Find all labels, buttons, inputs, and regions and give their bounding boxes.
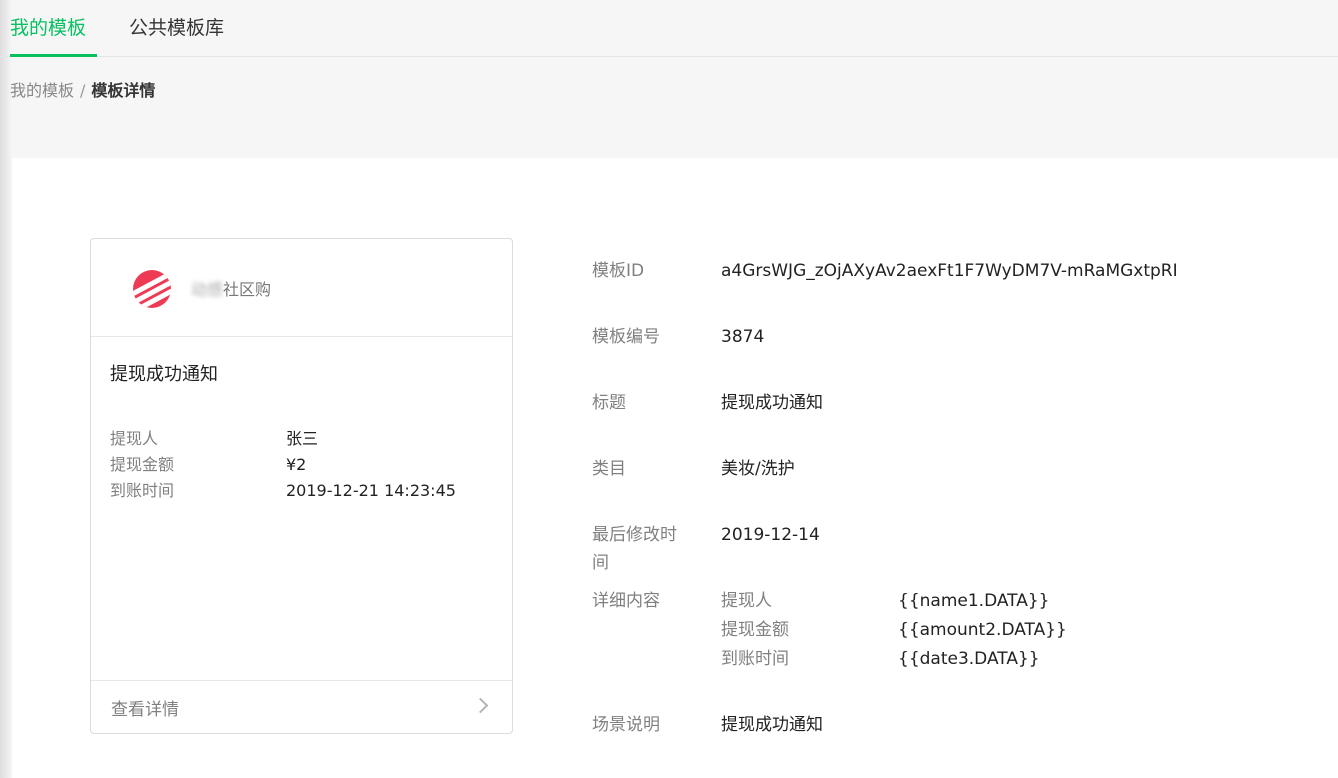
preview-field-row: 提现金额 ¥2 <box>110 452 456 478</box>
title-label: 标题 <box>592 393 626 413</box>
breadcrumb-current: 模板详情 <box>91 81 156 100</box>
template-id-label: 模板ID <box>592 261 645 281</box>
breadcrumb: 我的模板 / 模板详情 <box>10 80 155 102</box>
scene-label: 场景说明 <box>592 715 660 735</box>
breadcrumb-link-my-templates[interactable]: 我的模板 <box>10 81 74 100</box>
tab-public-template-library[interactable]: 公共模板库 <box>129 14 224 42</box>
tab-my-templates[interactable]: 我的模板 <box>10 14 86 42</box>
preview-field-key: 提现人 <box>110 429 159 448</box>
active-tab-indicator <box>10 54 97 57</box>
category-label: 类目 <box>592 459 626 479</box>
view-details-label: 查看详情 <box>111 700 179 720</box>
last-modified-label-line2: 间 <box>592 553 609 573</box>
last-modified-label: 最后修改时 间 <box>592 521 692 577</box>
category-value: 美妆/洗护 <box>721 459 795 479</box>
content-field-row: 到账时间 {{date3.DATA}} <box>721 645 1067 674</box>
left-edge-shadow <box>0 0 12 778</box>
content-field-value: {{amount2.DATA}} <box>898 620 1067 640</box>
shop-logo <box>133 270 171 308</box>
title-value: 提现成功通知 <box>721 393 823 413</box>
preview-field-row: 提现人 张三 <box>110 426 456 452</box>
template-number-label: 模板编号 <box>592 327 660 347</box>
template-id-value: a4GrsWJG_zOjAXyAv2aexFt1F7WyDM7V-mRaMGxt… <box>721 261 1178 281</box>
preview-field-key: 提现金额 <box>110 455 175 474</box>
last-modified-label-line1: 最后修改时 <box>592 525 677 545</box>
content-field-key: 提现金额 <box>721 620 789 640</box>
preview-field-row: 到账时间 2019-12-21 14:23:45 <box>110 478 456 504</box>
content-field-key: 提现人 <box>721 591 772 611</box>
preview-field-key: 到账时间 <box>110 481 175 500</box>
preview-title: 提现成功通知 <box>110 364 218 385</box>
chevron-right-icon <box>472 697 489 714</box>
card-header: 动感社区购 <box>91 239 512 337</box>
breadcrumb-separator: / <box>80 81 86 100</box>
content-field-row: 提现金额 {{amount2.DATA}} <box>721 616 1067 645</box>
content-field-key: 到账时间 <box>721 649 789 669</box>
shop-name-visible: 社区购 <box>223 280 272 299</box>
preview-field-value: ¥2 <box>286 455 307 474</box>
content-field-value: {{date3.DATA}} <box>898 649 1040 669</box>
preview-fields: 提现人 张三 提现金额 ¥2 到账时间 2019-12-21 14:23:45 <box>110 426 456 504</box>
view-details-row[interactable]: 查看详情 <box>91 680 512 733</box>
tab-bar: 我的模板 公共模板库 <box>0 0 1338 57</box>
preview-field-value: 2019-12-21 14:23:45 <box>286 481 456 500</box>
scene-value: 提现成功通知 <box>721 715 823 735</box>
content-field-row: 提现人 {{name1.DATA}} <box>721 587 1067 616</box>
shop-name: 动感社区购 <box>191 279 271 301</box>
template-number-value: 3874 <box>721 327 765 347</box>
content-fields: 提现人 {{name1.DATA}} 提现金额 {{amount2.DATA}}… <box>721 587 1067 674</box>
last-modified-value: 2019-12-14 <box>721 525 820 545</box>
content-label: 详细内容 <box>592 591 660 611</box>
content-field-value: {{name1.DATA}} <box>898 591 1050 611</box>
preview-field-value: 张三 <box>286 429 319 448</box>
shop-name-blurred: 动感 <box>191 280 224 299</box>
